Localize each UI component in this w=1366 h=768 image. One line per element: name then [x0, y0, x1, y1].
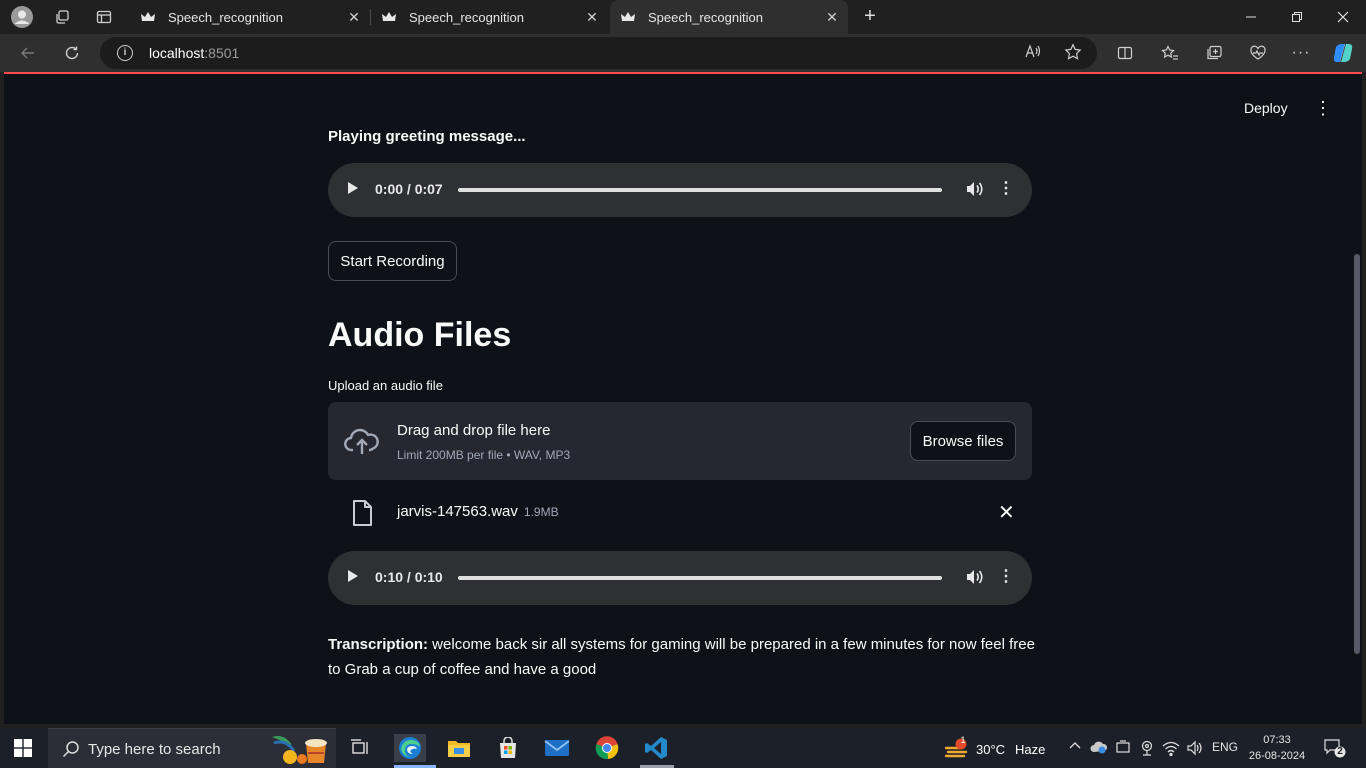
volume-icon[interactable] [964, 179, 984, 199]
read-aloud-icon[interactable] [1022, 43, 1044, 63]
deploy-button[interactable]: Deploy [1244, 100, 1288, 116]
browser-toolbar: i localhost:8501 ··· [0, 34, 1366, 72]
microsoft-store-icon[interactable] [492, 734, 524, 762]
audio-more-icon[interactable]: ⋮ [998, 179, 1014, 199]
close-tab-icon[interactable]: ✕ [824, 9, 840, 25]
weather-condition: Haze [1015, 741, 1046, 757]
play-icon[interactable] [348, 570, 358, 582]
page-scrollbar[interactable] [1354, 254, 1360, 654]
greeting-status-text: Playing greeting message... [328, 128, 526, 145]
weather-temperature: 30°C [976, 741, 1006, 757]
webcam-icon[interactable] [1138, 740, 1156, 756]
notification-center-icon[interactable]: 2 [1324, 738, 1346, 758]
address-bar[interactable]: i localhost:8501 [100, 37, 1097, 69]
tab-1[interactable]: Speech_recognition ✕ [130, 0, 370, 34]
tab-2[interactable]: Speech_recognition ✕ [371, 0, 608, 34]
battery-device-icon[interactable] [1114, 740, 1132, 756]
minimize-button[interactable] [1228, 0, 1274, 34]
audio-time: 0:10 / 0:10 [375, 569, 443, 585]
mail-icon[interactable] [541, 734, 573, 762]
weather-alert-count: 1 [960, 735, 966, 745]
streamlit-app: Deploy ⋮ Playing greeting message... 0:0… [4, 72, 1362, 724]
wifi-icon[interactable] [1162, 740, 1180, 757]
uploaded-file-row: jarvis-147563.wav 1.9MB ✕ [328, 494, 1032, 534]
search-placeholder: Type here to search [88, 741, 221, 758]
restore-button[interactable] [1274, 0, 1320, 34]
search-icon [62, 741, 79, 758]
streamlit-crown-icon [621, 12, 635, 21]
audio-more-icon[interactable]: ⋮ [998, 567, 1014, 587]
task-view-icon[interactable] [344, 734, 376, 762]
streamlit-crown-icon [141, 12, 155, 21]
weather-widget[interactable]: 1 30°C Haze [944, 735, 1046, 760]
uploaded-audio-player: 0:10 / 0:10 ⋮ [328, 551, 1032, 605]
audio-seek-bar[interactable] [458, 188, 942, 192]
new-tab-button[interactable]: + [858, 5, 882, 29]
remove-file-icon[interactable]: ✕ [998, 502, 1015, 524]
file-icon [353, 500, 372, 526]
browser-essentials-icon[interactable] [1246, 41, 1270, 65]
dropzone-instructions: Drag and drop file here [397, 422, 551, 439]
uploader-label: Upload an audio file [328, 378, 443, 393]
url-text[interactable]: localhost:8501 [149, 45, 239, 61]
windows-start-icon[interactable] [14, 739, 32, 757]
volume-icon[interactable] [964, 567, 984, 587]
tab-title: Speech_recognition [168, 9, 283, 25]
close-tab-icon[interactable]: ✕ [584, 9, 600, 25]
system-clock[interactable]: 07:33 26-08-2024 [1248, 732, 1306, 764]
site-info-icon[interactable]: i [117, 45, 133, 61]
clock-time: 07:33 [1263, 734, 1291, 746]
collections-icon[interactable] [1202, 41, 1226, 65]
split-screen-icon[interactable] [1113, 41, 1137, 65]
greeting-audio-player: 0:00 / 0:07 ⋮ [328, 163, 1032, 217]
file-name-text: jarvis-147563.wav [397, 503, 518, 520]
streamlit-crown-icon [382, 12, 396, 21]
refresh-icon[interactable] [58, 41, 86, 65]
edge-taskbar-icon[interactable] [394, 734, 426, 762]
taskbar-search-box[interactable]: Type here to search [48, 728, 336, 768]
tab-3-active[interactable]: Speech_recognition ✕ [610, 0, 848, 34]
dropzone-limits: Limit 200MB per file • WAV, MP3 [397, 448, 571, 462]
transcription-text: welcome back sir all systems for gaming … [328, 636, 1035, 678]
url-host: localhost [149, 45, 205, 61]
chrome-icon[interactable] [591, 734, 623, 762]
onedrive-icon[interactable] [1090, 740, 1108, 756]
windows-taskbar: Type here to search 1 30°C Haze ENG 07:3… [0, 728, 1366, 768]
transcription-label: Transcription: [328, 636, 429, 653]
favorite-star-icon[interactable] [1062, 43, 1084, 63]
notification-count: 2 [1337, 746, 1343, 757]
audio-time: 0:00 / 0:07 [375, 181, 443, 197]
main-menu-icon[interactable]: ⋮ [1314, 99, 1332, 117]
section-title: Audio Files [328, 316, 512, 354]
workspaces-icon[interactable] [50, 5, 74, 29]
tab-title: Speech_recognition [409, 9, 524, 25]
close-tab-icon[interactable]: ✕ [346, 9, 362, 25]
cloud-upload-icon [344, 428, 379, 454]
file-size: 1.9MB [523, 505, 559, 519]
vscode-icon[interactable] [640, 734, 672, 762]
audio-seek-bar[interactable] [458, 576, 942, 580]
browser-tab-bar: Speech_recognition ✕ Speech_recognition … [0, 0, 1366, 34]
browse-files-button[interactable]: Browse files [910, 421, 1016, 461]
close-window-button[interactable] [1320, 0, 1366, 34]
uploaded-file-name: jarvis-147563.wav 1.9MB [397, 503, 559, 520]
input-language-indicator[interactable]: ENG [1212, 740, 1238, 754]
back-arrow-icon[interactable] [14, 41, 42, 65]
file-explorer-icon[interactable] [443, 734, 475, 762]
search-highlight-art-icon [272, 736, 327, 764]
tab-title: Speech_recognition [648, 9, 763, 25]
volume-tray-icon[interactable] [1186, 740, 1204, 756]
copilot-icon[interactable] [1331, 41, 1355, 65]
transcription-output: Transcription: welcome back sir all syst… [328, 632, 1038, 682]
url-port: :8501 [204, 45, 240, 61]
favorites-icon[interactable] [1158, 41, 1182, 65]
profile-icon[interactable] [10, 5, 34, 29]
start-recording-button[interactable]: Start Recording [328, 241, 457, 281]
settings-more-icon[interactable]: ··· [1289, 41, 1313, 65]
vertical-tabs-icon[interactable] [92, 5, 116, 29]
file-dropzone[interactable]: Drag and drop file here Limit 200MB per … [328, 402, 1032, 480]
clock-date: 26-08-2024 [1248, 750, 1306, 762]
show-hidden-icons-chevron-icon[interactable] [1066, 740, 1084, 756]
play-icon[interactable] [348, 182, 358, 194]
